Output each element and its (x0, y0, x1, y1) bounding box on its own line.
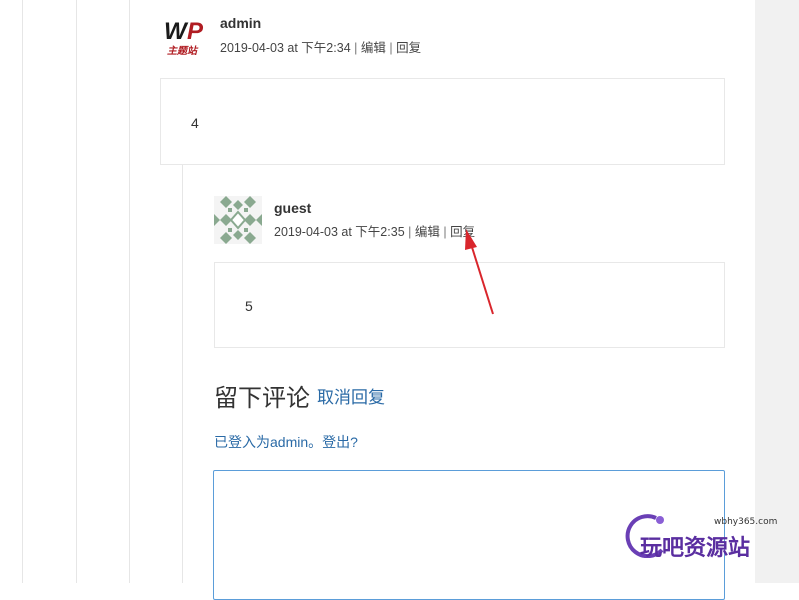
logout-link[interactable]: 登出? (322, 434, 358, 450)
watermark-domain: wbhy365.com (714, 517, 778, 527)
logged-in-as: 已登入为admin。登出? (214, 432, 358, 452)
profile-link[interactable]: 已登入为admin。 (214, 434, 322, 450)
watermark: wbhy365.com 玩吧资源站 (622, 512, 777, 560)
cancel-reply-link[interactable]: 取消回复 (317, 383, 385, 408)
reply-title: 留下评论 (214, 385, 310, 412)
watermark-text: 玩吧资源站 (640, 535, 751, 560)
